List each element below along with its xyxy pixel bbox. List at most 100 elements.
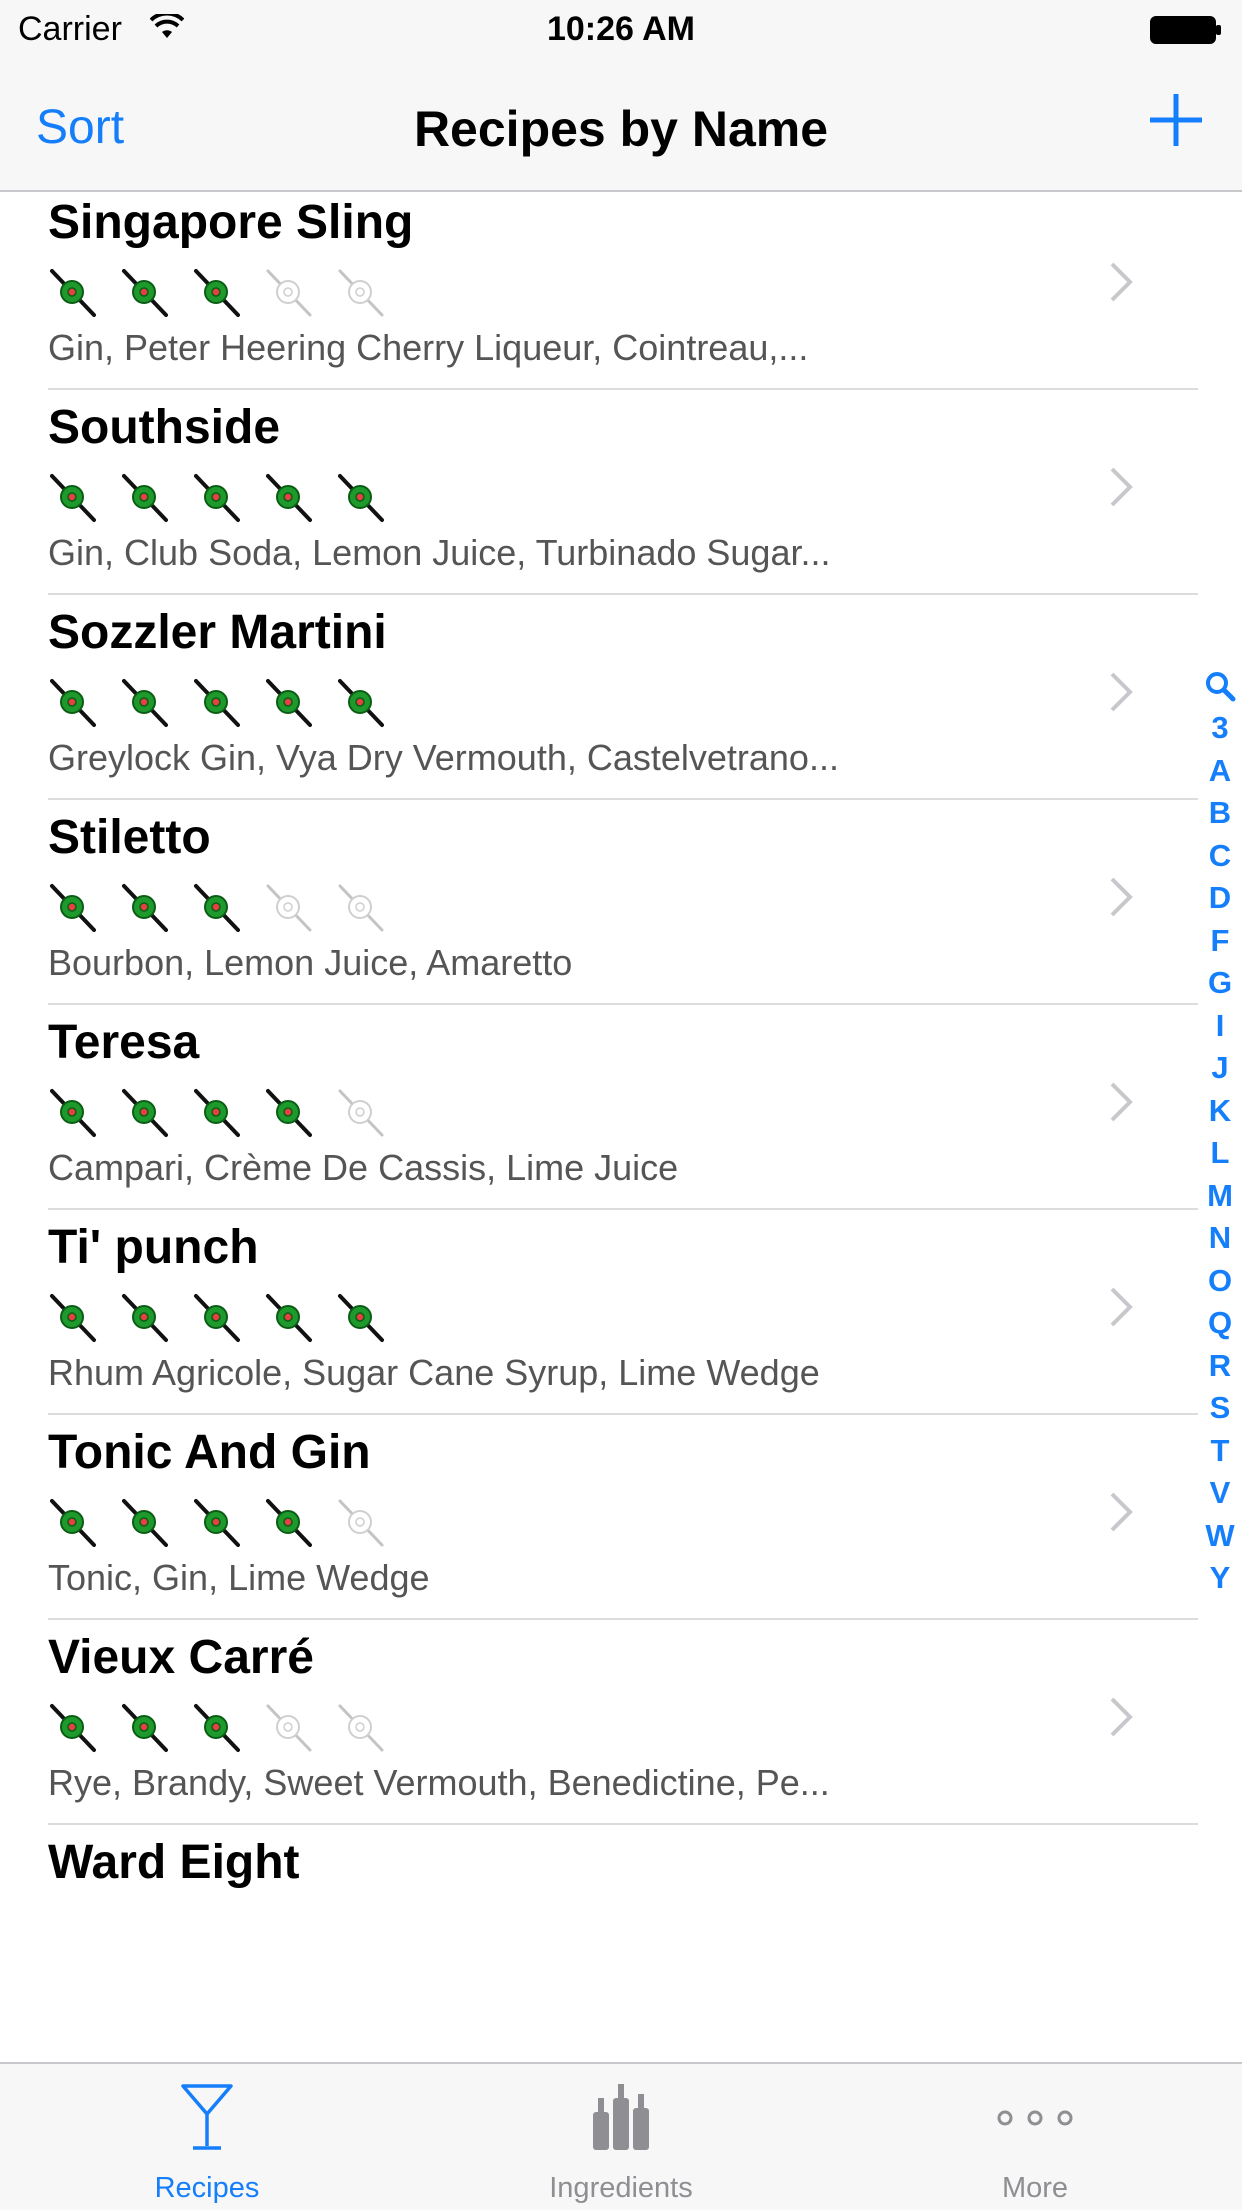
olive-filled-icon (192, 1085, 264, 1141)
olive-filled-icon (48, 1290, 120, 1346)
add-recipe-button[interactable] (1146, 90, 1206, 150)
index-letter[interactable]: A (1209, 750, 1231, 793)
index-letter[interactable]: R (1209, 1345, 1231, 1388)
olive-filled-icon (192, 675, 264, 731)
index-letter[interactable]: S (1210, 1387, 1231, 1430)
bottles-icon (414, 2082, 828, 2152)
recipe-row[interactable]: Southside Gin, Club Soda, Lemon Juice, Tu… (0, 390, 1242, 595)
olive-filled-icon (120, 880, 192, 936)
olive-filled-icon (264, 675, 336, 731)
chevron-right-icon (1108, 1080, 1136, 1129)
tab-ingredients[interactable]: Ingredients (414, 2064, 828, 2210)
olive-rating (48, 880, 408, 936)
index-letter[interactable]: K (1209, 1090, 1231, 1133)
olive-filled-icon (264, 1085, 336, 1141)
index-letter[interactable]: O (1208, 1260, 1232, 1303)
index-letter[interactable]: V (1210, 1472, 1231, 1515)
tab-recipes[interactable]: Recipes (0, 2064, 414, 2210)
index-letter[interactable]: I (1216, 1005, 1225, 1048)
olive-filled-icon (120, 470, 192, 526)
index-letter[interactable]: F (1211, 920, 1230, 963)
olive-rating (48, 1495, 408, 1551)
recipe-row[interactable]: Sozzler Martini Greylock Gin, Vya Dry Ver… (0, 595, 1242, 800)
olive-filled-icon (120, 1495, 192, 1551)
olive-filled-icon (264, 470, 336, 526)
index-letter[interactable]: N (1209, 1217, 1231, 1260)
plus-icon (1150, 94, 1202, 146)
recipe-ingredients: Campari, Crème De Cassis, Lime Juice (48, 1147, 679, 1188)
olive-empty-icon (336, 1700, 408, 1756)
olive-filled-icon (192, 470, 264, 526)
olive-filled-icon (48, 1495, 120, 1551)
olive-empty-icon (336, 880, 408, 936)
chevron-right-icon (1108, 1285, 1136, 1334)
recipe-name: Sozzler Martini (48, 606, 387, 659)
olive-filled-icon (192, 1495, 264, 1551)
olive-empty-icon (336, 1495, 408, 1551)
index-letter[interactable]: Y (1210, 1557, 1231, 1600)
olive-filled-icon (120, 1700, 192, 1756)
tab-label: More (1001, 2172, 1069, 2204)
section-index[interactable]: 3ABCDFGIJKLMNOQRSTVWY (1200, 665, 1240, 1600)
recipe-row[interactable]: Singapore Sling Gin, Peter Heering Cherry… (0, 192, 1242, 390)
olive-rating (48, 1085, 408, 1141)
recipe-name: Ti' punch (48, 1221, 259, 1274)
index-letter[interactable]: G (1208, 962, 1232, 1005)
index-letter[interactable]: J (1211, 1047, 1228, 1090)
recipe-name: Ward Eight (48, 1836, 300, 1889)
recipe-ingredients: Rye, Brandy, Sweet Vermouth, Benedictine… (48, 1762, 830, 1803)
recipe-row[interactable]: Teresa Campari, Crème De Cassis, Lime Jui… (0, 1005, 1242, 1210)
olive-empty-icon (264, 1700, 336, 1756)
recipe-list-viewport[interactable]: SazeracRye, Sugar Cube, Peychaud's Bitte… (0, 192, 1242, 2062)
recipe-name: Southside (48, 401, 281, 454)
olive-filled-icon (48, 470, 120, 526)
index-letter[interactable]: 3 (1211, 707, 1228, 750)
martini-glass-icon (0, 2082, 414, 2152)
olive-filled-icon (192, 1700, 264, 1756)
olive-filled-icon (336, 1290, 408, 1346)
status-bar: Carrier 10:26 AM (0, 0, 1242, 60)
index-letter[interactable]: M (1207, 1175, 1233, 1218)
index-letter[interactable]: Q (1208, 1302, 1232, 1345)
olive-filled-icon (192, 1290, 264, 1346)
chevron-right-icon (1108, 1490, 1136, 1539)
recipe-row[interactable]: Tonic And Gin Tonic, Gin, Lime Wedge (0, 1415, 1242, 1620)
recipe-row[interactable]: Ward Eight (0, 1825, 1242, 2030)
chevron-right-icon (1108, 465, 1136, 514)
recipe-name: Singapore Sling (48, 196, 414, 249)
olive-filled-icon (48, 880, 120, 936)
index-letter[interactable]: B (1209, 792, 1231, 835)
index-letter[interactable]: L (1211, 1132, 1230, 1175)
recipe-row[interactable]: Ti' punch Rhum Agricole, Sugar Cane Syrup… (0, 1210, 1242, 1415)
recipe-ingredients: Rhum Agricole, Sugar Cane Syrup, Lime We… (48, 1352, 820, 1393)
olive-rating (48, 1700, 408, 1756)
olive-rating (48, 470, 408, 526)
index-letter[interactable]: C (1209, 835, 1231, 878)
index-letter[interactable]: W (1205, 1515, 1234, 1558)
olive-filled-icon (264, 1290, 336, 1346)
page-title: Recipes by Name (413, 101, 829, 157)
chevron-right-icon (1108, 1695, 1136, 1744)
chevron-right-icon (1108, 260, 1136, 309)
recipe-ingredients: Tonic, Gin, Lime Wedge (48, 1557, 430, 1598)
recipe-ingredients: Gin, Club Soda, Lemon Juice, Turbinado S… (48, 532, 831, 573)
olive-rating (48, 265, 408, 321)
olive-filled-icon (192, 880, 264, 936)
index-letter[interactable]: D (1209, 877, 1231, 920)
olive-filled-icon (264, 1495, 336, 1551)
tab-more[interactable]: More (828, 2064, 1242, 2210)
olive-filled-icon (192, 265, 264, 321)
olive-filled-icon (120, 265, 192, 321)
chevron-right-icon (1108, 670, 1136, 719)
recipe-row[interactable]: Stiletto Bourbon, Lemon Juice, Amaretto (0, 800, 1242, 1005)
olive-filled-icon (336, 470, 408, 526)
index-search-icon[interactable] (1204, 665, 1236, 707)
recipe-name: Vieux Carré (48, 1631, 314, 1684)
tab-label: Ingredients (549, 2172, 693, 2204)
recipe-row[interactable]: Vieux Carré Rye, Brandy, Sweet Vermouth, … (0, 1620, 1242, 1825)
recipe-name: Tonic And Gin (48, 1426, 371, 1479)
olive-empty-icon (336, 265, 408, 321)
olive-empty-icon (264, 880, 336, 936)
index-letter[interactable]: T (1211, 1430, 1230, 1473)
recipe-name: Stiletto (48, 811, 211, 864)
